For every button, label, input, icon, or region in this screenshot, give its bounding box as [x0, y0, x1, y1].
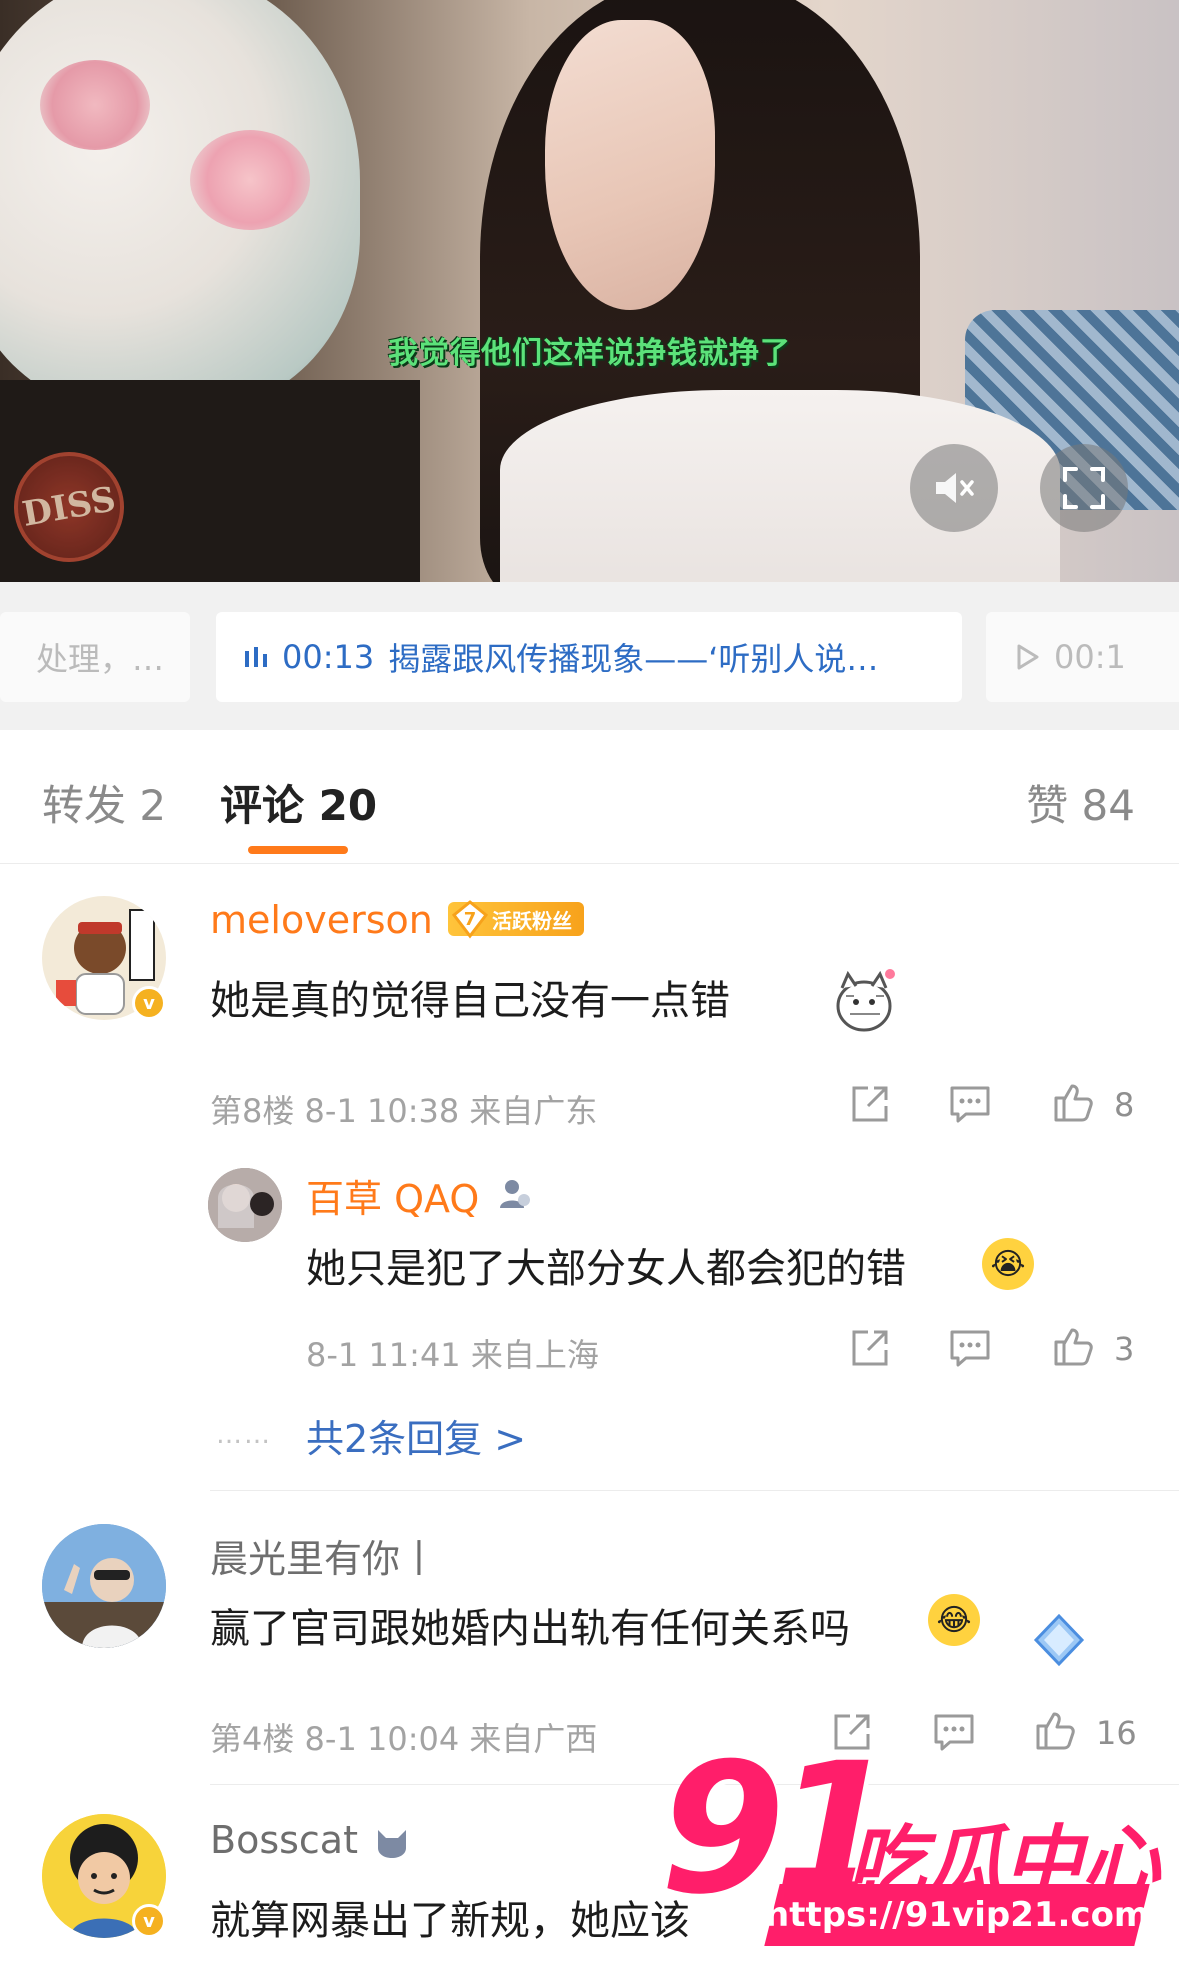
repost-icon[interactable] — [848, 1326, 892, 1370]
tab-comments[interactable]: 评论 20 — [220, 772, 377, 833]
reply-meta: 8-1 11:41 来自上海 — [306, 1336, 599, 1374]
chapter-item-previous[interactable]: 处理，… — [0, 612, 190, 702]
comment-text: 就算网暴出了新规，她应该 — [210, 1898, 690, 1944]
chapter-title: 揭露跟风传播现象——‘听别人说… — [388, 640, 879, 678]
chapter-item-next[interactable]: 00:1 — [986, 612, 1179, 702]
video-frame-flower — [40, 60, 150, 150]
photo-avatar-icon — [42, 1524, 166, 1648]
tab-repost[interactable]: 转发 2 — [42, 772, 166, 833]
comment-meta: 第4楼 8-1 10:04 来自广西 — [210, 1720, 598, 1758]
like-count: 16 — [1096, 1714, 1137, 1752]
video-subtitle: 我觉得他们这样说挣钱就挣了 — [388, 336, 791, 371]
chapter-time: 00:13 — [282, 638, 375, 676]
avatar[interactable] — [208, 1168, 282, 1242]
play-icon — [1012, 642, 1042, 672]
comment-icon[interactable] — [948, 1326, 992, 1370]
fan-badge: 7 活跃粉丝 — [448, 899, 584, 939]
video-frame-face — [545, 20, 715, 310]
chapter-item-current[interactable]: 00:13 揭露跟风传播现象——‘听别人说… — [216, 612, 962, 702]
like-icon[interactable] — [1032, 1708, 1076, 1752]
comment-icon[interactable] — [948, 1082, 992, 1126]
chapter-title: 处理，… — [36, 640, 165, 678]
verified-badge-icon: v — [132, 986, 166, 1020]
fan-level-diamond-icon: 7 — [450, 899, 490, 939]
fan-badge-label: 活跃粉丝 — [492, 908, 572, 933]
like-icon[interactable] — [1050, 1324, 1094, 1368]
fullscreen-icon — [1063, 467, 1105, 509]
chapter-time: 00:1 — [1054, 638, 1126, 676]
reply-text: 她只是犯了大部分女人都会犯的错 — [306, 1246, 906, 1292]
repost-icon[interactable] — [848, 1082, 892, 1126]
mute-button[interactable] — [910, 444, 998, 532]
cat-badge-icon — [378, 1830, 406, 1858]
reply-username[interactable]: 百草 QAQ — [306, 1168, 479, 1223]
avatar[interactable] — [42, 1524, 166, 1648]
fan-level: 7 — [463, 908, 477, 930]
like-count: 8 — [1114, 1086, 1135, 1124]
comment-text: 她是真的觉得自己没有一点错 — [210, 978, 730, 1024]
laughing-emoji-icon: 😂 — [928, 1594, 980, 1646]
fullscreen-button[interactable] — [1040, 444, 1128, 532]
verified-badge-icon: v — [132, 1904, 166, 1938]
comment-divider — [210, 1490, 1179, 1491]
photo-avatar-icon — [208, 1168, 282, 1242]
user-profile-icon — [500, 1180, 530, 1208]
video-player[interactable]: DISS 我觉得他们这样说挣钱就挣了 — [0, 0, 1179, 582]
like-icon[interactable] — [1050, 1080, 1094, 1124]
comment-username[interactable]: Bosscat — [210, 1818, 358, 1862]
chapter-strip: 处理，… 00:13 揭露跟风传播现象——‘听别人说… 00:1 — [0, 582, 1179, 730]
comment-meta: 第8楼 8-1 10:38 来自广东 — [210, 1092, 598, 1130]
interaction-tabs: 转发 2 评论 20 赞 84 — [0, 730, 1179, 864]
tab-likes[interactable]: 赞 84 — [1026, 772, 1135, 833]
crying-emoji-icon: 😭 — [982, 1238, 1034, 1290]
comment-text: 赢了官司跟她婚内出轨有任何关系吗 — [210, 1606, 850, 1652]
watermark-url-banner: https://91vip21.com — [764, 1884, 1150, 1946]
comment-username[interactable]: 晨光里有你丨 — [210, 1528, 438, 1583]
audio-bars-icon — [242, 643, 270, 671]
video-frame-flower — [190, 130, 310, 230]
active-tab-indicator — [248, 846, 348, 854]
more-replies-dots: …… — [216, 1420, 272, 1450]
like-count: 3 — [1114, 1330, 1135, 1368]
cat-sticker-icon — [836, 969, 895, 1032]
watermark-url: https://91vip21.com — [764, 1895, 1150, 1935]
comment-username[interactable]: meloverson — [210, 898, 433, 942]
comment-icon[interactable] — [932, 1710, 976, 1754]
diamond-sticker-icon — [1033, 1613, 1085, 1667]
speaker-muted-icon — [936, 473, 974, 503]
more-replies-link[interactable]: 共2条回复 > — [306, 1408, 526, 1463]
